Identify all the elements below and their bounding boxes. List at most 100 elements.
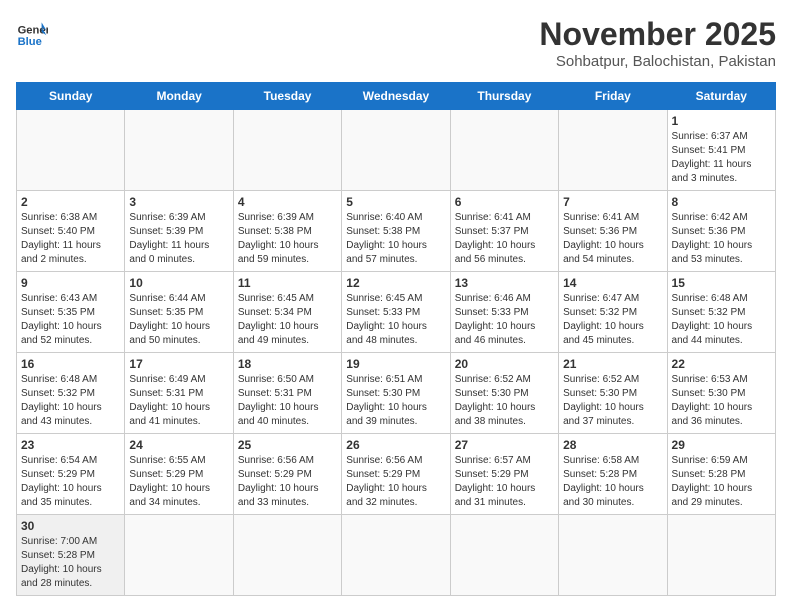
day-number: 14 xyxy=(563,276,662,290)
day-info: Sunrise: 6:48 AM Sunset: 5:32 PM Dayligh… xyxy=(21,373,120,429)
logo-icon: General Blue xyxy=(16,16,48,48)
calendar-cell: 12Sunrise: 6:45 AM Sunset: 5:33 PM Dayli… xyxy=(342,272,450,353)
day-info: Sunrise: 7:00 AM Sunset: 5:28 PM Dayligh… xyxy=(21,535,120,591)
day-info: Sunrise: 6:56 AM Sunset: 5:29 PM Dayligh… xyxy=(346,454,445,510)
calendar-cell: 7 Sunrise: 6:41 AM Sunset: 5:36 PM Daylig… xyxy=(559,191,667,272)
day-number: 21 xyxy=(563,357,662,371)
day-number: 26 xyxy=(346,438,445,452)
day-info: Sunrise: 6:39 AM Sunset: 5:38 PM Dayligh… xyxy=(238,211,337,267)
calendar-cell xyxy=(667,515,775,596)
calendar-cell xyxy=(559,515,667,596)
calendar-cell: 18 Sunrise: 6:50 AM Sunset: 5:31 PM Dayli… xyxy=(233,353,341,434)
calendar-cell: 28Sunrise: 6:58 AM Sunset: 5:28 PM Dayli… xyxy=(559,434,667,515)
day-info: Sunrise: 6:46 AM Sunset: 5:33 PM Dayligh… xyxy=(455,292,554,348)
day-number: 22 xyxy=(672,357,771,371)
calendar-cell: 15 Sunrise: 6:48 AM Sunset: 5:32 PM Dayli… xyxy=(667,272,775,353)
calendar-cell xyxy=(233,515,341,596)
calendar-cell: 27 Sunrise: 6:57 AM Sunset: 5:29 PM Dayli… xyxy=(450,434,558,515)
day-number: 20 xyxy=(455,357,554,371)
day-number: 25 xyxy=(238,438,337,452)
logo: General Blue xyxy=(16,16,48,48)
day-info: Sunrise: 6:41 AM Sunset: 5:37 PM Dayligh… xyxy=(455,211,554,267)
day-header-friday: Friday xyxy=(559,83,667,110)
day-info: Sunrise: 6:48 AM Sunset: 5:32 PM Dayligh… xyxy=(672,292,771,348)
day-info: Sunrise: 6:43 AM Sunset: 5:35 PM Dayligh… xyxy=(21,292,120,348)
calendar-cell xyxy=(342,110,450,191)
day-info: Sunrise: 6:53 AM Sunset: 5:30 PM Dayligh… xyxy=(672,373,771,429)
calendar-cell: 3 Sunrise: 6:39 AM Sunset: 5:39 PM Daylig… xyxy=(125,191,233,272)
calendar-cell: 25Sunrise: 6:56 AM Sunset: 5:29 PM Dayli… xyxy=(233,434,341,515)
calendar-cell: 5Sunrise: 6:40 AM Sunset: 5:38 PM Daylig… xyxy=(342,191,450,272)
day-info: Sunrise: 6:50 AM Sunset: 5:31 PM Dayligh… xyxy=(238,373,337,429)
day-info: Sunrise: 6:52 AM Sunset: 5:30 PM Dayligh… xyxy=(455,373,554,429)
day-info: Sunrise: 6:49 AM Sunset: 5:31 PM Dayligh… xyxy=(129,373,228,429)
calendar-cell: 4 Sunrise: 6:39 AM Sunset: 5:38 PM Daylig… xyxy=(233,191,341,272)
calendar-cell: 1Sunrise: 6:37 AM Sunset: 5:41 PM Daylig… xyxy=(667,110,775,191)
calendar-cell: 30 Sunrise: 7:00 AM Sunset: 5:28 PM Dayli… xyxy=(17,515,125,596)
calendar-cell xyxy=(450,110,558,191)
calendar-cell xyxy=(342,515,450,596)
day-number: 17 xyxy=(129,357,228,371)
day-number: 7 xyxy=(563,195,662,209)
day-header-tuesday: Tuesday xyxy=(233,83,341,110)
day-info: Sunrise: 6:41 AM Sunset: 5:36 PM Dayligh… xyxy=(563,211,662,267)
day-header-sunday: Sunday xyxy=(17,83,125,110)
day-number: 29 xyxy=(672,438,771,452)
day-number: 18 xyxy=(238,357,337,371)
calendar-cell: 21Sunrise: 6:52 AM Sunset: 5:30 PM Dayli… xyxy=(559,353,667,434)
day-number: 27 xyxy=(455,438,554,452)
calendar-cell: 19 Sunrise: 6:51 AM Sunset: 5:30 PM Dayli… xyxy=(342,353,450,434)
day-number: 1 xyxy=(672,114,771,128)
calendar-cell: 22 Sunrise: 6:53 AM Sunset: 5:30 PM Dayli… xyxy=(667,353,775,434)
calendar-cell: 20 Sunrise: 6:52 AM Sunset: 5:30 PM Dayli… xyxy=(450,353,558,434)
day-info: Sunrise: 6:45 AM Sunset: 5:33 PM Dayligh… xyxy=(346,292,445,348)
calendar-cell: 2Sunrise: 6:38 AM Sunset: 5:40 PM Daylig… xyxy=(17,191,125,272)
day-number: 3 xyxy=(129,195,228,209)
calendar-cell xyxy=(125,515,233,596)
calendar-cell: 26 Sunrise: 6:56 AM Sunset: 5:29 PM Dayli… xyxy=(342,434,450,515)
day-header-monday: Monday xyxy=(125,83,233,110)
day-header-thursday: Thursday xyxy=(450,83,558,110)
day-number: 5 xyxy=(346,195,445,209)
calendar-cell: 24 Sunrise: 6:55 AM Sunset: 5:29 PM Dayli… xyxy=(125,434,233,515)
calendar-cell: 10Sunrise: 6:44 AM Sunset: 5:35 PM Dayli… xyxy=(125,272,233,353)
day-info: Sunrise: 6:57 AM Sunset: 5:29 PM Dayligh… xyxy=(455,454,554,510)
calendar-cell: 11Sunrise: 6:45 AM Sunset: 5:34 PM Dayli… xyxy=(233,272,341,353)
title-area: November 2025 Sohbatpur, Balochistan, Pa… xyxy=(539,16,776,70)
day-info: Sunrise: 6:54 AM Sunset: 5:29 PM Dayligh… xyxy=(21,454,120,510)
calendar-cell: 14 Sunrise: 6:47 AM Sunset: 5:32 PM Dayli… xyxy=(559,272,667,353)
day-number: 23 xyxy=(21,438,120,452)
day-info: Sunrise: 6:51 AM Sunset: 5:30 PM Dayligh… xyxy=(346,373,445,429)
calendar-cell xyxy=(125,110,233,191)
calendar-cell: 6 Sunrise: 6:41 AM Sunset: 5:37 PM Daylig… xyxy=(450,191,558,272)
day-number: 6 xyxy=(455,195,554,209)
calendar-week-6: 30 Sunrise: 7:00 AM Sunset: 5:28 PM Dayli… xyxy=(17,515,776,596)
calendar-table: SundayMondayTuesdayWednesdayThursdayFrid… xyxy=(16,82,776,596)
day-info: Sunrise: 6:39 AM Sunset: 5:39 PM Dayligh… xyxy=(129,211,228,267)
calendar-cell: 23 Sunrise: 6:54 AM Sunset: 5:29 PM Dayli… xyxy=(17,434,125,515)
calendar-cell: 17 Sunrise: 6:49 AM Sunset: 5:31 PM Dayli… xyxy=(125,353,233,434)
calendar-cell xyxy=(450,515,558,596)
day-number: 4 xyxy=(238,195,337,209)
day-number: 19 xyxy=(346,357,445,371)
day-number: 13 xyxy=(455,276,554,290)
calendar-cell: 16 Sunrise: 6:48 AM Sunset: 5:32 PM Dayli… xyxy=(17,353,125,434)
day-number: 8 xyxy=(672,195,771,209)
day-number: 24 xyxy=(129,438,228,452)
calendar-week-5: 23 Sunrise: 6:54 AM Sunset: 5:29 PM Dayli… xyxy=(17,434,776,515)
calendar-cell: 9 Sunrise: 6:43 AM Sunset: 5:35 PM Daylig… xyxy=(17,272,125,353)
day-number: 2 xyxy=(21,195,120,209)
day-info: Sunrise: 6:55 AM Sunset: 5:29 PM Dayligh… xyxy=(129,454,228,510)
calendar-week-1: 1Sunrise: 6:37 AM Sunset: 5:41 PM Daylig… xyxy=(17,110,776,191)
calendar-week-4: 16 Sunrise: 6:48 AM Sunset: 5:32 PM Dayli… xyxy=(17,353,776,434)
day-info: Sunrise: 6:58 AM Sunset: 5:28 PM Dayligh… xyxy=(563,454,662,510)
calendar-cell xyxy=(559,110,667,191)
day-info: Sunrise: 6:47 AM Sunset: 5:32 PM Dayligh… xyxy=(563,292,662,348)
calendar-week-2: 2Sunrise: 6:38 AM Sunset: 5:40 PM Daylig… xyxy=(17,191,776,272)
calendar-cell xyxy=(233,110,341,191)
day-number: 9 xyxy=(21,276,120,290)
day-number: 16 xyxy=(21,357,120,371)
day-number: 15 xyxy=(672,276,771,290)
month-title: November 2025 xyxy=(539,16,776,53)
day-number: 30 xyxy=(21,519,120,533)
